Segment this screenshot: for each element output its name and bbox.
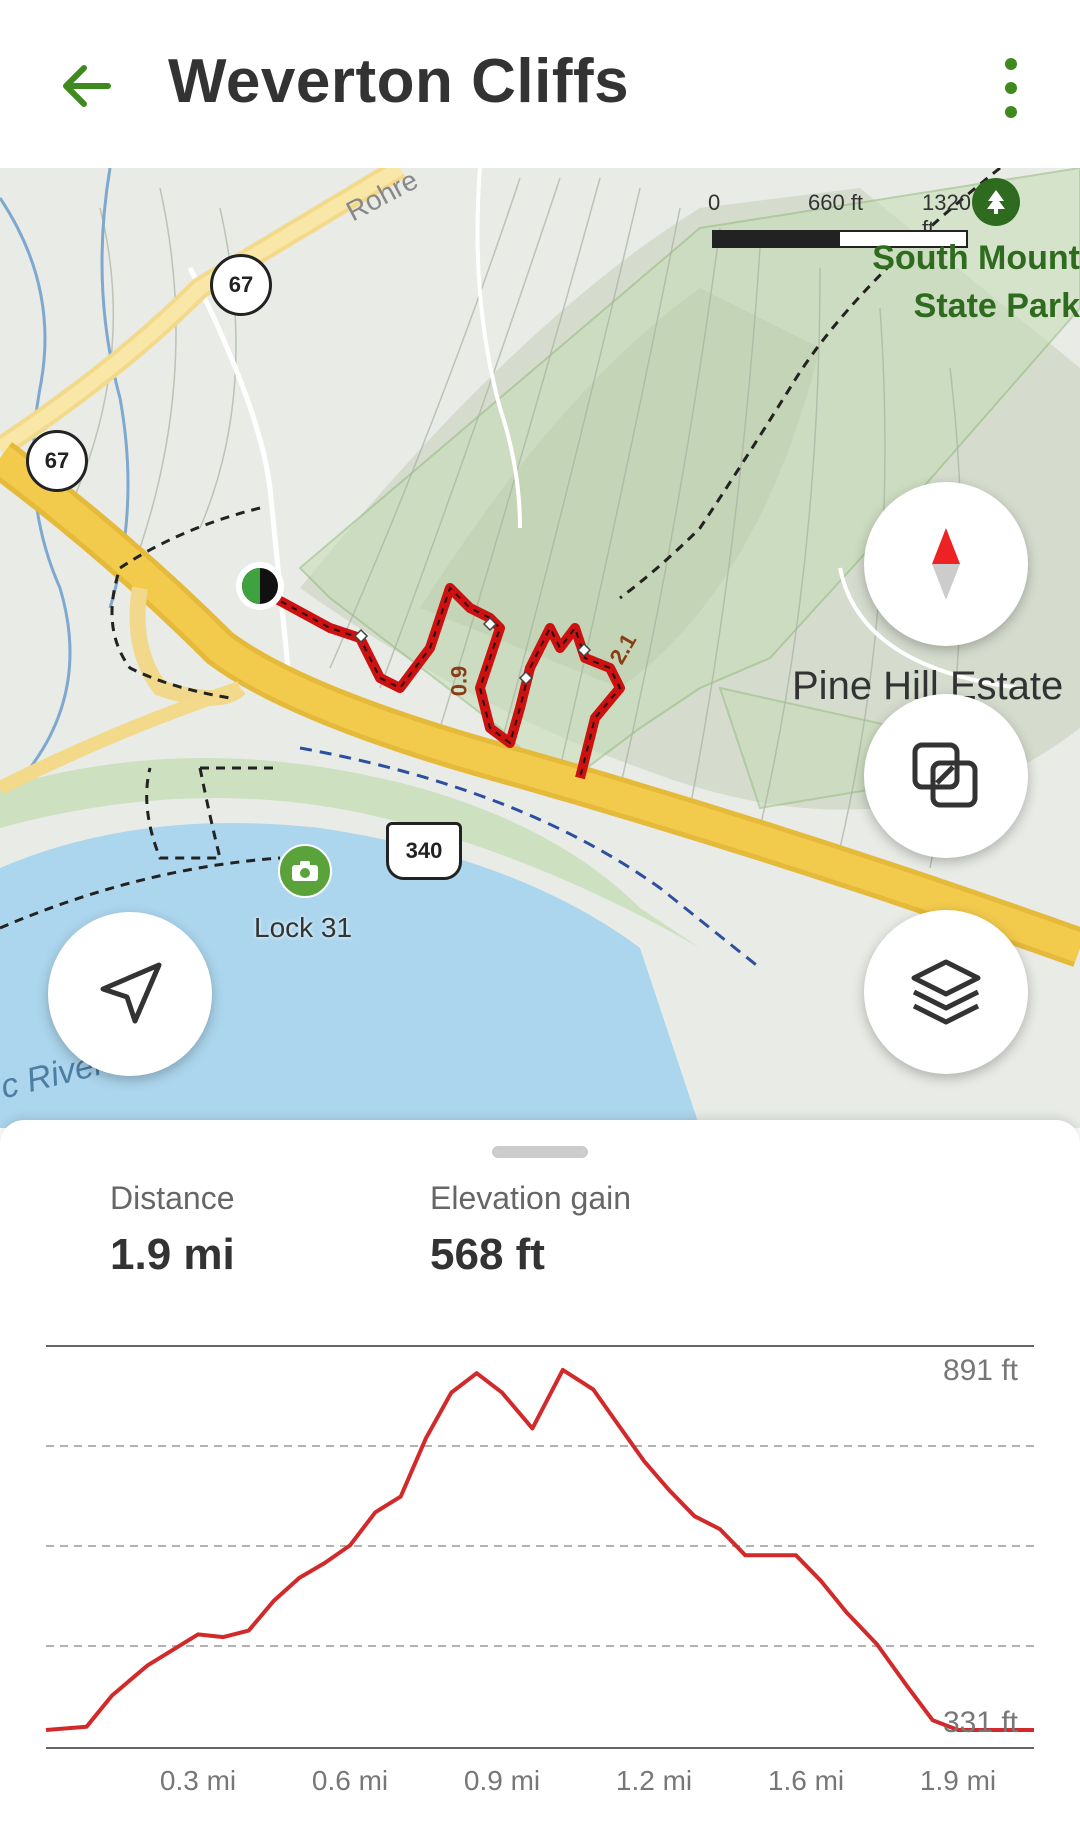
route-67-shield: 67 [210, 254, 272, 316]
route-67-label: 67 [44, 448, 70, 473]
x-tick-label: 1.9 mi [920, 1765, 996, 1796]
x-tick-label: 0.6 mi [312, 1765, 388, 1796]
park-label-line1: South Mount [872, 239, 1080, 277]
distance-label: Distance [110, 1180, 235, 1216]
min-elevation-label: 331 ft [943, 1706, 1019, 1739]
trailhead-marker-icon[interactable] [234, 560, 286, 612]
park-label: South Mount State Park [872, 234, 1080, 330]
compass-icon [932, 528, 960, 600]
elevation-gain-label: Elevation gain [430, 1180, 632, 1216]
layers-icon [911, 959, 981, 1025]
my-location-button[interactable] [48, 912, 212, 1076]
elevation-gain-value: 568 ft [430, 1230, 545, 1279]
park-icon [972, 178, 1020, 226]
back-arrow-icon[interactable] [58, 58, 114, 114]
max-elevation-label: 891 ft [943, 1354, 1019, 1387]
sheet-drag-handle[interactable] [492, 1146, 588, 1158]
navigation-arrow-icon [100, 962, 162, 1024]
x-tick-label: 0.9 mi [464, 1765, 540, 1796]
lock-label: Lock 31 [254, 912, 353, 943]
route-67-label: 67 [228, 272, 254, 297]
page-title: Weverton Cliffs [168, 47, 630, 116]
trail-map[interactable]: 67 67 340 Rohre 0.9 2.1 0 660 ft 1320 ft… [0, 168, 1080, 1128]
route-67-shield: 67 [26, 430, 88, 492]
us-340-shield: 340 [386, 822, 462, 880]
scale-zero: 0 [708, 190, 721, 215]
compass-button[interactable] [864, 482, 1028, 646]
elevation-line [45, 1367, 1034, 1732]
park-label-line2: State Park [913, 287, 1080, 325]
distance-value: 1.9 mi [110, 1230, 235, 1279]
map-overlay-button[interactable] [864, 694, 1028, 858]
us-340-label: 340 [405, 838, 443, 863]
trail-mile-marker: 0.9 [446, 665, 472, 697]
x-tick-label: 1.2 mi [616, 1765, 692, 1796]
scale-mid: 660 ft [808, 190, 864, 215]
x-tick-label: 0.3 mi [160, 1765, 236, 1796]
x-tick-label: 1.6 mi [768, 1765, 844, 1796]
overlay-squares-icon [912, 742, 978, 808]
photo-marker-icon[interactable] [278, 844, 332, 898]
app-header: Weverton Cliffs [0, 0, 1080, 168]
map-layers-button[interactable] [864, 910, 1028, 1074]
elevation-profile-chart[interactable]: 891 ft 331 ft 0.3 mi 0.6 mi 0.9 mi 1.2 mi 1.… [0, 1330, 1080, 1830]
trail-details-sheet[interactable]: Distance 1.9 mi Elevation gain 568 ft 89… [0, 1120, 1080, 1840]
more-options-icon[interactable] [996, 56, 1026, 120]
